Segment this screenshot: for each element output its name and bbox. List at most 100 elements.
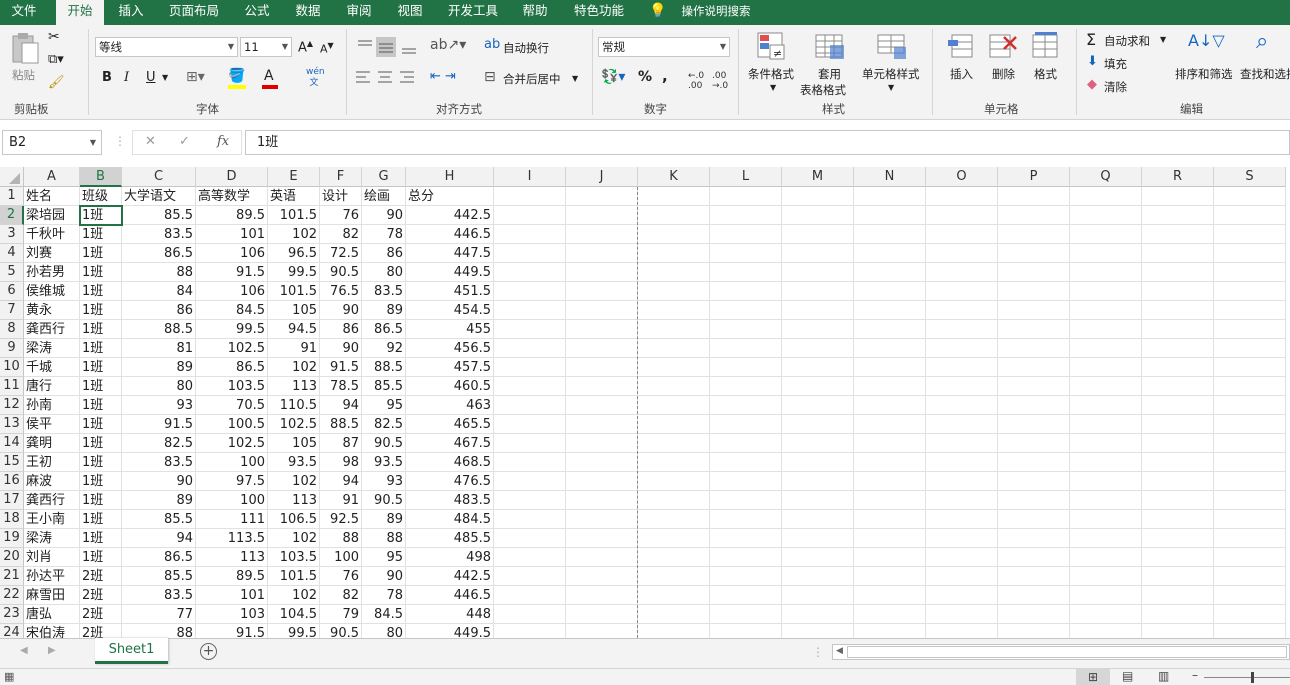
cell-B22[interactable]: 2班: [80, 586, 122, 605]
cell-F16[interactable]: 94: [320, 472, 362, 491]
cell-Q17[interactable]: [1070, 491, 1142, 510]
cell-L4[interactable]: [710, 244, 782, 263]
cell-K24[interactable]: [638, 624, 710, 638]
cell-I23[interactable]: [494, 605, 566, 624]
cell-O15[interactable]: [926, 453, 998, 472]
cell-S4[interactable]: [1214, 244, 1286, 263]
cell-M4[interactable]: [782, 244, 854, 263]
cell-K1[interactable]: [638, 187, 710, 206]
cell-N18[interactable]: [854, 510, 926, 529]
search-icon[interactable]: ⌕: [1256, 29, 1268, 54]
cell-Q15[interactable]: [1070, 453, 1142, 472]
cell-H9[interactable]: 456.5: [406, 339, 494, 358]
cell-N13[interactable]: [854, 415, 926, 434]
cell-Q3[interactable]: [1070, 225, 1142, 244]
cell-styles-button[interactable]: 单元格样式: [862, 66, 920, 82]
cell-C12[interactable]: 93: [122, 396, 196, 415]
cell-P19[interactable]: [998, 529, 1070, 548]
cell-S21[interactable]: [1214, 567, 1286, 586]
cell-F20[interactable]: 100: [320, 548, 362, 567]
copy-icon[interactable]: ⧉▾: [48, 52, 64, 67]
cell-R20[interactable]: [1142, 548, 1214, 567]
cell-A8[interactable]: 龚西行: [24, 320, 80, 339]
cell-S1[interactable]: [1214, 187, 1286, 206]
cell-E9[interactable]: 91: [268, 339, 320, 358]
cell-P4[interactable]: [998, 244, 1070, 263]
cell-C6[interactable]: 84: [122, 282, 196, 301]
cell-F11[interactable]: 78.5: [320, 377, 362, 396]
find-select-button[interactable]: 查找和选择: [1240, 66, 1290, 82]
normal-view-icon[interactable]: ⊞: [1076, 669, 1110, 685]
cell-G16[interactable]: 93: [362, 472, 406, 491]
cell-C9[interactable]: 81: [122, 339, 196, 358]
cell-O21[interactable]: [926, 567, 998, 586]
cell-C11[interactable]: 80: [122, 377, 196, 396]
cell-C23[interactable]: 77: [122, 605, 196, 624]
cell-G17[interactable]: 90.5: [362, 491, 406, 510]
cell-D6[interactable]: 106: [196, 282, 268, 301]
cell-K20[interactable]: [638, 548, 710, 567]
column-header-L[interactable]: L: [710, 167, 782, 187]
cell-N2[interactable]: [854, 206, 926, 225]
cell-A18[interactable]: 王小南: [24, 510, 80, 529]
cell-K13[interactable]: [638, 415, 710, 434]
cell-C7[interactable]: 86: [122, 301, 196, 320]
cell-H3[interactable]: 446.5: [406, 225, 494, 244]
cell-O1[interactable]: [926, 187, 998, 206]
cell-H13[interactable]: 465.5: [406, 415, 494, 434]
cell-H11[interactable]: 460.5: [406, 377, 494, 396]
cell-Q10[interactable]: [1070, 358, 1142, 377]
cell-G12[interactable]: 95: [362, 396, 406, 415]
row-header-15[interactable]: 15: [0, 453, 24, 472]
row-header-9[interactable]: 9: [0, 339, 24, 358]
cell-C5[interactable]: 88: [122, 263, 196, 282]
cell-R12[interactable]: [1142, 396, 1214, 415]
cell-N16[interactable]: [854, 472, 926, 491]
cell-E19[interactable]: 102: [268, 529, 320, 548]
cell-Q23[interactable]: [1070, 605, 1142, 624]
bold-button[interactable]: B: [102, 70, 112, 85]
cell-R19[interactable]: [1142, 529, 1214, 548]
row-header-10[interactable]: 10: [0, 358, 24, 377]
autosum-button[interactable]: 自动求和: [1104, 33, 1150, 49]
increase-font-icon[interactable]: A▲: [298, 39, 313, 55]
cell-L10[interactable]: [710, 358, 782, 377]
cell-L15[interactable]: [710, 453, 782, 472]
cell-J1[interactable]: [566, 187, 638, 206]
cell-A19[interactable]: 梁涛: [24, 529, 80, 548]
cell-O24[interactable]: [926, 624, 998, 638]
cell-E1[interactable]: 英语: [268, 187, 320, 206]
cell-I11[interactable]: [494, 377, 566, 396]
cell-M6[interactable]: [782, 282, 854, 301]
increase-decimal-icon[interactable]: ←.0.00: [688, 71, 704, 91]
cell-P24[interactable]: [998, 624, 1070, 638]
cell-E16[interactable]: 102: [268, 472, 320, 491]
cell-B12[interactable]: 1班: [80, 396, 122, 415]
cell-P22[interactable]: [998, 586, 1070, 605]
cell-F13[interactable]: 88.5: [320, 415, 362, 434]
row-header-6[interactable]: 6: [0, 282, 24, 301]
cell-G20[interactable]: 95: [362, 548, 406, 567]
cell-R9[interactable]: [1142, 339, 1214, 358]
chevron-down-icon[interactable]: ▼: [572, 74, 578, 83]
cell-L22[interactable]: [710, 586, 782, 605]
fill-color-icon[interactable]: 🪣: [228, 68, 245, 84]
cell-M5[interactable]: [782, 263, 854, 282]
row-header-19[interactable]: 19: [0, 529, 24, 548]
cell-R2[interactable]: [1142, 206, 1214, 225]
cell-L3[interactable]: [710, 225, 782, 244]
cell-K2[interactable]: [638, 206, 710, 225]
cell-D8[interactable]: 99.5: [196, 320, 268, 339]
cell-B2[interactable]: 1班: [80, 206, 122, 225]
cell-D13[interactable]: 100.5: [196, 415, 268, 434]
cell-L8[interactable]: [710, 320, 782, 339]
cell-N3[interactable]: [854, 225, 926, 244]
cell-H15[interactable]: 468.5: [406, 453, 494, 472]
cell-D10[interactable]: 86.5: [196, 358, 268, 377]
cell-A7[interactable]: 黄永: [24, 301, 80, 320]
cell-B15[interactable]: 1班: [80, 453, 122, 472]
cell-B4[interactable]: 1班: [80, 244, 122, 263]
cell-M11[interactable]: [782, 377, 854, 396]
cell-J12[interactable]: [566, 396, 638, 415]
cell-B5[interactable]: 1班: [80, 263, 122, 282]
